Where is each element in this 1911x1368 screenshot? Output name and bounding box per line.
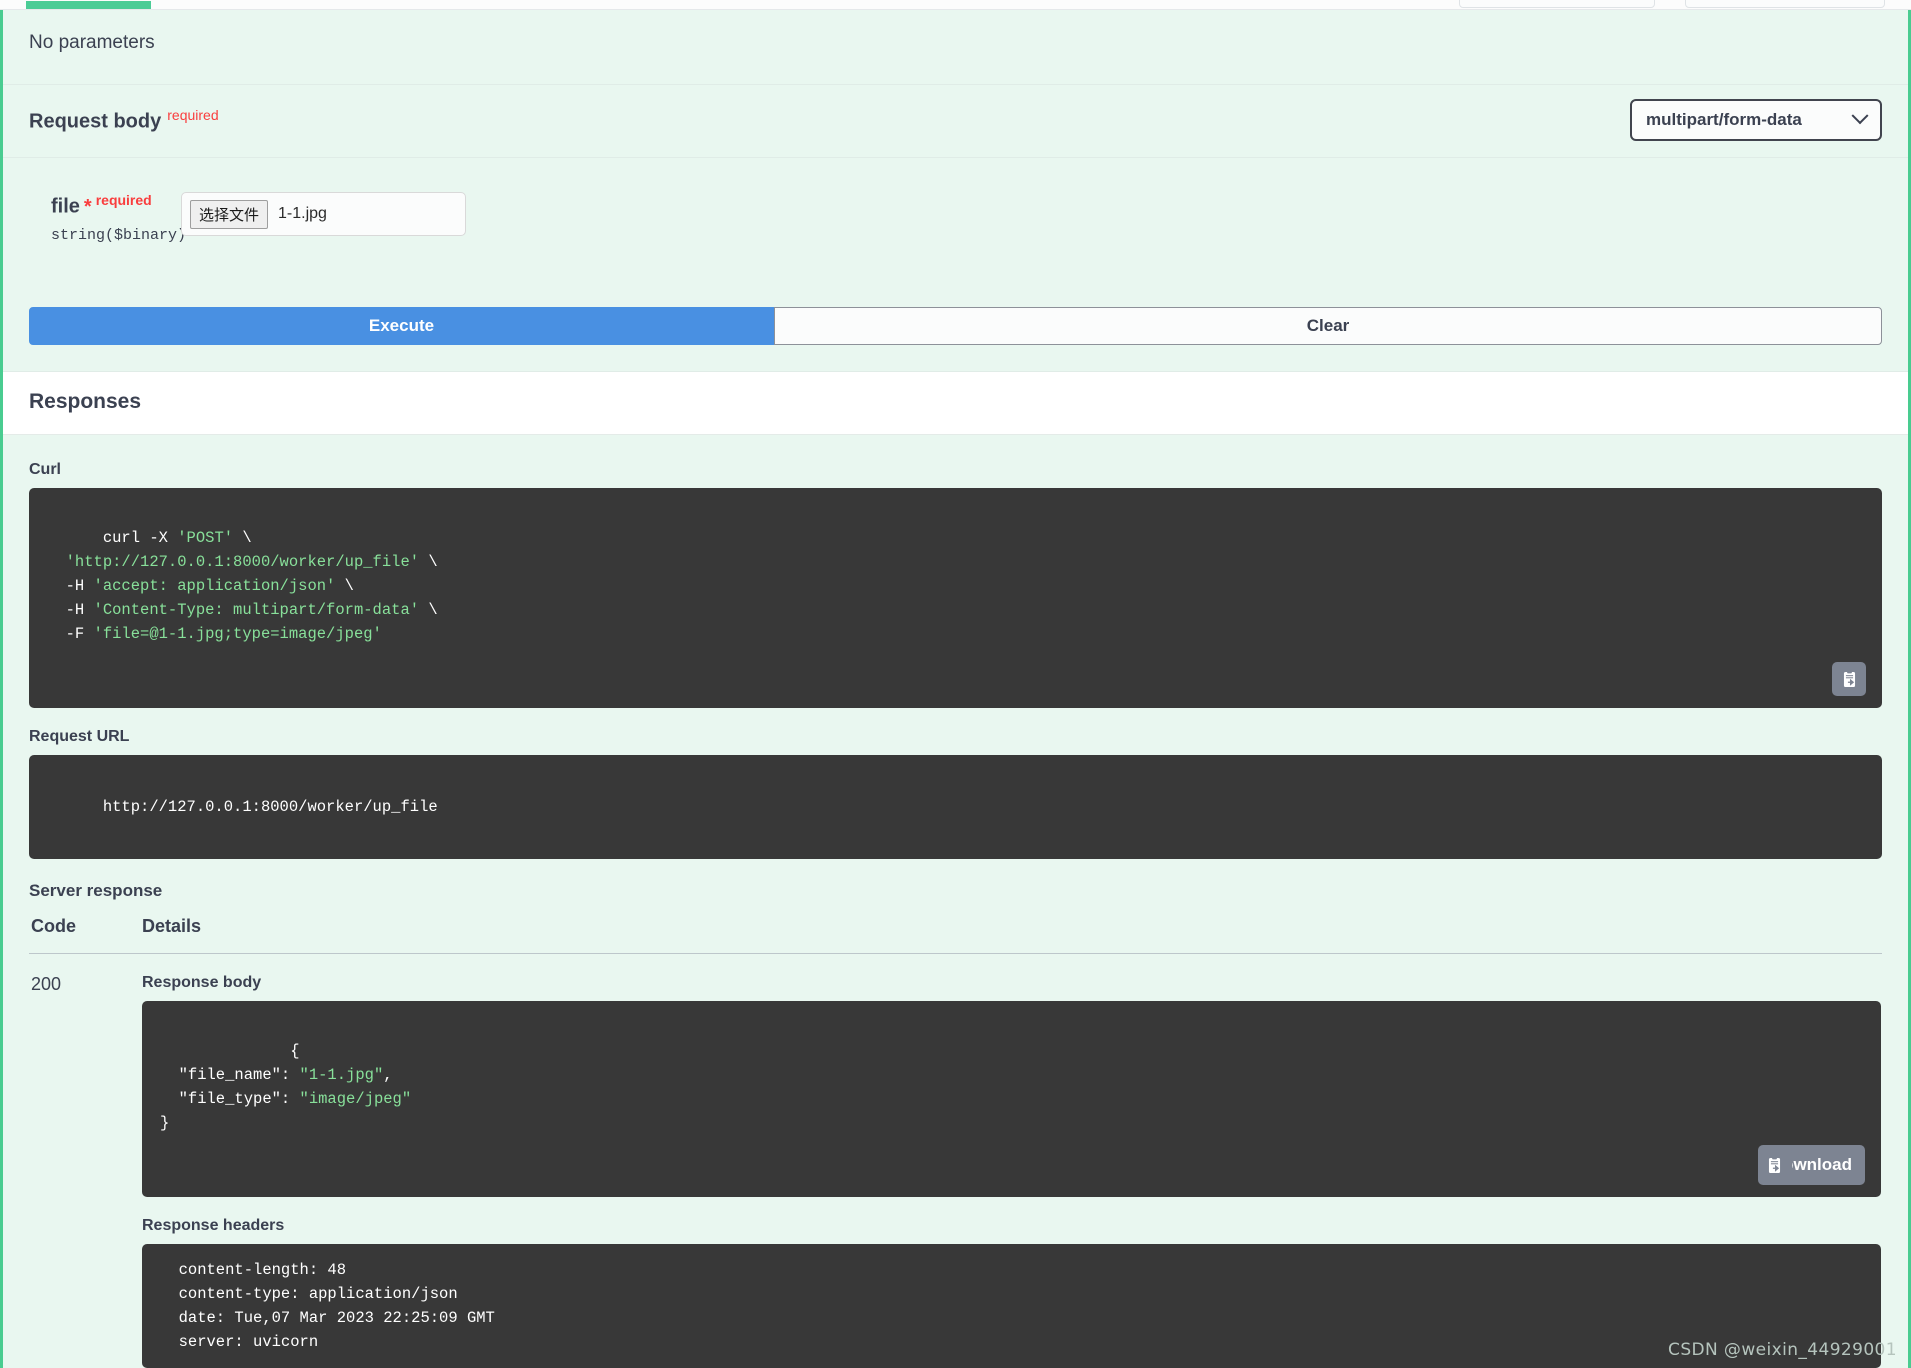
server-response-label: Server response bbox=[29, 881, 163, 901]
curl-code-text: curl -X 'POST' \ 'http://127.0.0.1:8000/… bbox=[47, 529, 438, 644]
response-details-cell: Response body { "file_name": "1-1.jpg", … bbox=[141, 954, 1882, 1368]
content-type-select[interactable]: multipart/form-data bbox=[1630, 99, 1882, 141]
watermark: CSDN @weixin_44929001 bbox=[1668, 1340, 1897, 1360]
parameter-name-column: file * required string($binary) bbox=[29, 192, 187, 307]
parameter-row-file: file * required string($binary) 选择文件 1-1.j… bbox=[3, 157, 1908, 307]
curl-code-block: curl -X 'POST' \ 'http://127.0.0.1:8000/… bbox=[29, 488, 1882, 709]
toolbar-button-a[interactable] bbox=[1459, 0, 1655, 8]
request-url-label: Request URL bbox=[29, 728, 130, 746]
response-body-block: { "file_name": "1-1.jpg", "file_type": "… bbox=[142, 1001, 1881, 1198]
content-type-value: multipart/form-data bbox=[1646, 110, 1802, 129]
response-body-actions: Download bbox=[1757, 1144, 1865, 1186]
file-input[interactable]: 选择文件 1-1.jpg bbox=[181, 192, 466, 236]
chevron-down-icon bbox=[1851, 107, 1869, 125]
execute-button[interactable]: Execute bbox=[29, 307, 774, 345]
request-url-block: http://127.0.0.1:8000/worker/up_file bbox=[29, 755, 1882, 860]
toolbar-button-b[interactable] bbox=[1685, 0, 1885, 8]
live-response-area: Curl curl -X 'POST' \ 'http://127.0.0.1:… bbox=[3, 435, 1908, 1368]
request-body-header: Request body required multipart/form-data bbox=[3, 84, 1908, 157]
response-headers-text: content-length: 48 content-type: applica… bbox=[178, 1261, 495, 1352]
header-code: Code bbox=[29, 915, 141, 955]
curl-label: Curl bbox=[29, 461, 61, 478]
request-body-label: Request body bbox=[29, 110, 162, 133]
selected-file-name: 1-1.jpg bbox=[278, 205, 327, 222]
response-code: 200 bbox=[31, 974, 62, 995]
responses-heading: Responses bbox=[29, 390, 142, 413]
no-parameters-text: No parameters bbox=[29, 32, 155, 53]
parameter-name: file * required bbox=[51, 192, 161, 219]
copy-curl-button[interactable] bbox=[1832, 662, 1866, 697]
table-header-row: Code Details bbox=[29, 915, 1882, 955]
parameter-name-text: file bbox=[51, 195, 80, 218]
parameter-type: string($binary) bbox=[51, 226, 187, 244]
request-body-title: Request body required bbox=[29, 107, 219, 134]
parameter-required-star: * bbox=[83, 195, 92, 218]
response-body-text: { "file_name": "1-1.jpg", "file_type": "… bbox=[160, 1042, 412, 1133]
clear-button[interactable]: Clear bbox=[774, 307, 1882, 345]
header-details: Details bbox=[141, 915, 1882, 955]
choose-file-button[interactable]: 选择文件 bbox=[190, 199, 269, 229]
copy-response-button[interactable] bbox=[1757, 1148, 1792, 1183]
response-body-label: Response body bbox=[142, 974, 262, 992]
response-headers-block: content-length: 48 content-type: applica… bbox=[142, 1244, 1881, 1368]
action-button-row: Execute Clear bbox=[3, 307, 1908, 371]
active-tab-underline bbox=[26, 1, 151, 9]
opblock-tab-strip bbox=[0, 0, 1911, 10]
server-response-table: Code Details 200 Response body { "file_n… bbox=[29, 915, 1882, 1368]
request-url-text: http://127.0.0.1:8000/worker/up_file bbox=[102, 798, 438, 817]
table-row: 200 Response body { "file_name": "1-1.jp… bbox=[29, 954, 1882, 1368]
request-body-required-flag: required bbox=[167, 106, 219, 123]
response-headers-label: Response headers bbox=[142, 1217, 285, 1235]
opblock-body: No parameters Request body required multi… bbox=[0, 10, 1911, 1368]
responses-section-header: Responses bbox=[3, 371, 1908, 435]
parameter-required-label: required bbox=[95, 192, 152, 208]
